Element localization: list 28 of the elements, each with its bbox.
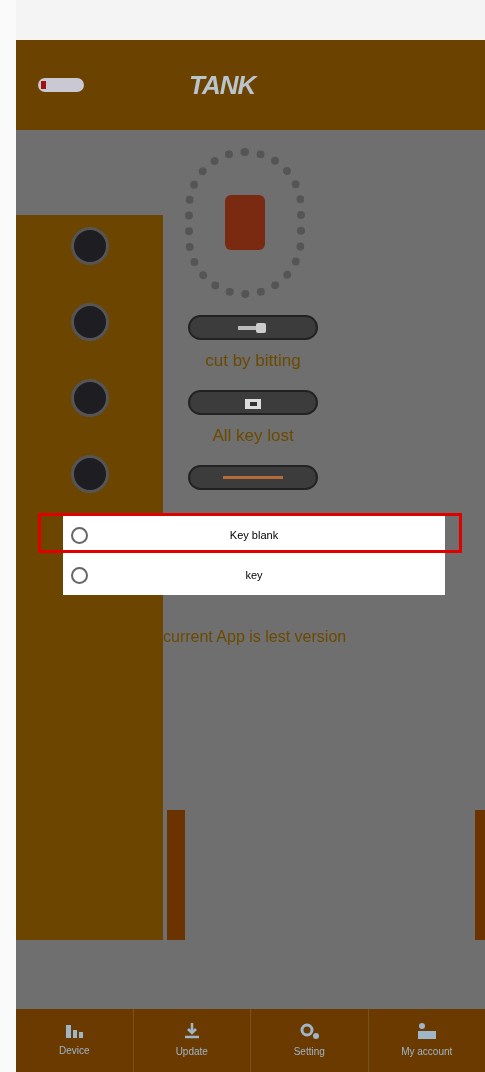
tab-item[interactable]: Device bbox=[16, 1009, 133, 1072]
user-icon bbox=[415, 1022, 438, 1040]
tool-icon[interactable] bbox=[70, 379, 109, 417]
machine-photo bbox=[225, 195, 265, 250]
function-button[interactable] bbox=[188, 315, 318, 340]
tab-item[interactable]: My account bbox=[367, 1009, 485, 1072]
radio-icon bbox=[71, 566, 88, 584]
toggle-icon bbox=[38, 78, 84, 92]
tool-icon[interactable] bbox=[70, 303, 109, 341]
side-handle[interactable] bbox=[475, 810, 485, 940]
key-icon bbox=[238, 321, 268, 334]
function-label: cut by bitting bbox=[204, 350, 302, 372]
tool-icon[interactable] bbox=[70, 227, 109, 265]
function-button[interactable] bbox=[188, 390, 318, 415]
bar-icon bbox=[223, 476, 283, 479]
app-logo: TANK bbox=[189, 68, 256, 102]
device-icon bbox=[63, 1023, 86, 1039]
tab-item[interactable]: Setting bbox=[250, 1009, 368, 1072]
version-note: current App is lest version bbox=[163, 627, 348, 647]
gear-icon bbox=[298, 1022, 321, 1040]
tool-icon[interactable] bbox=[70, 455, 109, 493]
tab-item[interactable]: Update bbox=[132, 1009, 250, 1072]
radio-option[interactable]: key bbox=[63, 555, 445, 595]
function-label: All key lost bbox=[211, 425, 295, 447]
download-icon bbox=[182, 1022, 201, 1040]
radio-icon bbox=[71, 526, 88, 544]
side-handle[interactable] bbox=[167, 810, 185, 940]
radio-option[interactable]: Key blank bbox=[63, 515, 445, 555]
